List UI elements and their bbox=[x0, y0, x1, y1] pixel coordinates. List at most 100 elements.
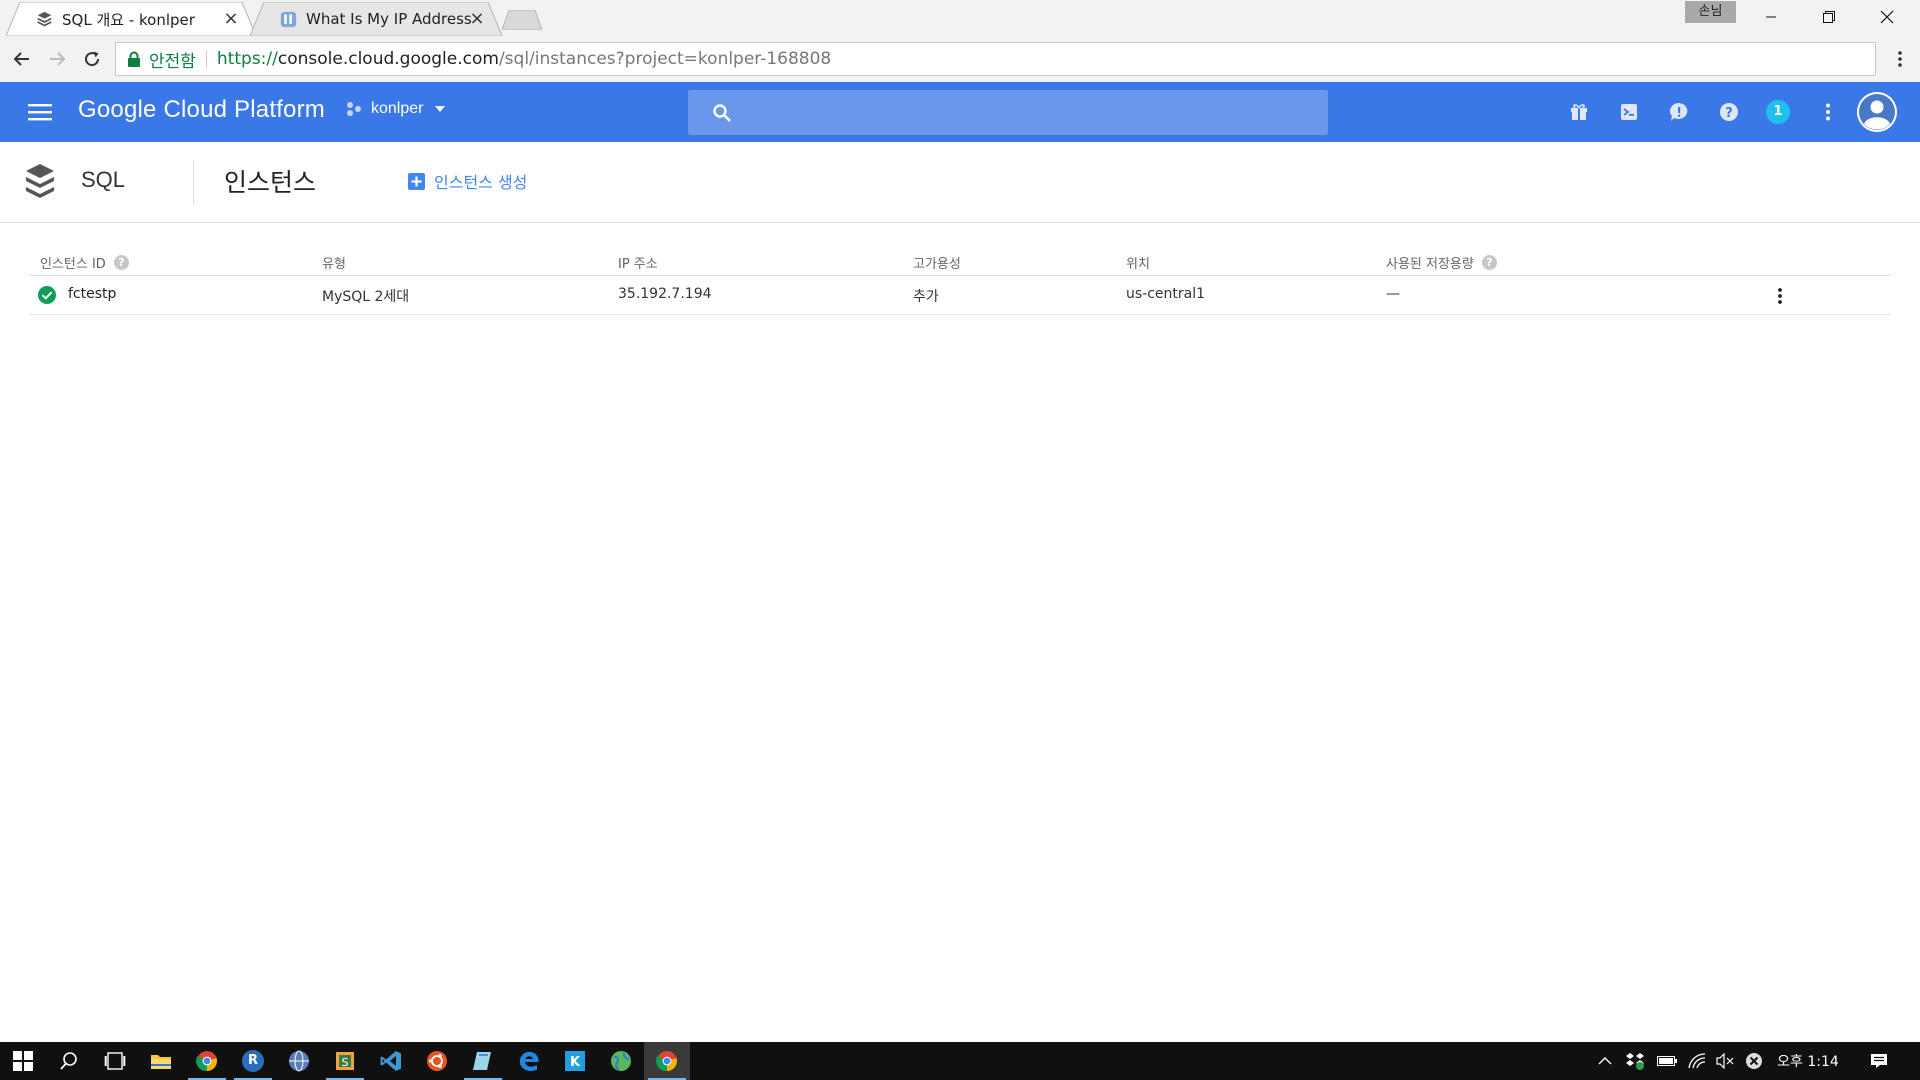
column-label: IP 주소 bbox=[618, 257, 658, 272]
taskbar-search-icon[interactable] bbox=[46, 1042, 92, 1080]
column-header-ha[interactable]: 고가용성 bbox=[913, 253, 961, 272]
search-icon bbox=[713, 104, 731, 122]
vscode-icon[interactable] bbox=[368, 1042, 414, 1080]
network-error-icon[interactable] bbox=[1741, 1042, 1767, 1080]
cloud-shell-icon[interactable] bbox=[1617, 100, 1641, 124]
page-title: 인스턴스 bbox=[224, 168, 317, 197]
secure-label: 안전함 bbox=[149, 51, 196, 72]
cloud-sql-icon bbox=[26, 164, 54, 198]
column-label: 인스턴스 ID bbox=[40, 257, 106, 272]
gcp-sql-favicon-icon bbox=[37, 11, 52, 26]
app-earth-icon[interactable] bbox=[598, 1042, 644, 1080]
column-header-storage[interactable]: 사용된 저장용량 ? bbox=[1386, 253, 1497, 272]
gift-icon[interactable] bbox=[1567, 100, 1591, 124]
project-selector[interactable]: konlper bbox=[345, 100, 446, 118]
url-path: /sql/instances?project=konlper-168808 bbox=[498, 49, 832, 69]
url-scheme: https:// bbox=[216, 49, 278, 69]
browser-tab-ip[interactable]: What Is My IP Address × bbox=[250, 2, 502, 36]
gcp-header: Google Cloud Platform konlper ? 1 bbox=[0, 82, 1920, 142]
product-name: SQL bbox=[81, 167, 126, 192]
create-instance-label: 인스턴스 생성 bbox=[434, 173, 528, 192]
column-label: 위치 bbox=[1126, 257, 1150, 272]
column-header-ip[interactable]: IP 주소 bbox=[618, 253, 658, 272]
tab-title: SQL 개요 - konlper bbox=[62, 10, 195, 29]
address-bar[interactable]: 안전함 https://console.cloud.google.com/sql… bbox=[115, 42, 1876, 76]
instance-ip: 35.192.7.194 bbox=[618, 286, 712, 302]
column-label: 유형 bbox=[322, 257, 346, 272]
svg-text:S: S bbox=[342, 1056, 349, 1069]
chevron-down-icon bbox=[435, 106, 446, 112]
notification-badge[interactable]: 1 bbox=[1766, 100, 1790, 124]
tab-close-icon[interactable]: × bbox=[222, 10, 240, 28]
file-explorer-icon[interactable] bbox=[138, 1042, 184, 1080]
app-globe-icon[interactable] bbox=[276, 1042, 322, 1080]
column-label: 고가용성 bbox=[913, 257, 961, 272]
dropbox-icon[interactable] bbox=[1622, 1042, 1648, 1080]
new-tab-button[interactable] bbox=[502, 10, 542, 30]
project-icon bbox=[347, 102, 361, 116]
ip-site-favicon-icon bbox=[280, 11, 297, 27]
url-host: console.cloud.google.com bbox=[277, 49, 499, 69]
table-row[interactable]: fctestp MySQL 2세대 35.192.7.194 추가 us-cen… bbox=[29, 276, 1891, 315]
status-ok-icon bbox=[38, 286, 56, 304]
browser-tab-sql[interactable]: SQL 개요 - konlper × bbox=[6, 2, 256, 36]
start-icon[interactable] bbox=[0, 1042, 46, 1080]
ubuntu-icon[interactable] bbox=[414, 1042, 460, 1080]
chrome-icon[interactable] bbox=[184, 1042, 230, 1080]
lock-icon bbox=[128, 51, 140, 67]
search-input[interactable] bbox=[688, 90, 1328, 135]
page-subheader: SQL 인스턴스 인스턴스 생성 bbox=[0, 142, 1920, 223]
more-vert-icon[interactable] bbox=[1816, 100, 1840, 124]
table-header: 인스턴스 ID ? 유형 IP 주소 고가용성 위치 사용된 저장용량 ? bbox=[29, 245, 1891, 276]
app-k-icon[interactable]: K bbox=[552, 1042, 598, 1080]
tab-title: What Is My IP Address bbox=[306, 10, 472, 28]
windows-taskbar: R S K 오후 1:14 bbox=[0, 1042, 1920, 1080]
subheader-divider bbox=[193, 160, 194, 204]
browser-toolbar: 안전함 https://console.cloud.google.com/sql… bbox=[0, 36, 1920, 83]
app-s-icon[interactable]: S bbox=[322, 1042, 368, 1080]
app-r-icon[interactable]: R bbox=[230, 1042, 276, 1080]
battery-icon[interactable] bbox=[1654, 1042, 1680, 1080]
browser-tab-strip: SQL 개요 - konlper × What Is My IP Address… bbox=[0, 0, 1920, 36]
chrome-active-icon[interactable] bbox=[644, 1042, 690, 1080]
feedback-icon[interactable] bbox=[1667, 100, 1691, 124]
svg-text:K: K bbox=[570, 1055, 581, 1070]
column-header-location[interactable]: 위치 bbox=[1126, 253, 1150, 272]
tab-close-icon[interactable]: × bbox=[468, 10, 486, 28]
edge-icon[interactable] bbox=[506, 1042, 552, 1080]
column-header-type[interactable]: 유형 bbox=[322, 253, 346, 272]
task-view-icon[interactable] bbox=[92, 1042, 138, 1080]
instance-type: MySQL 2세대 bbox=[322, 289, 410, 305]
add-box-icon bbox=[408, 172, 425, 190]
account-icon bbox=[1857, 92, 1897, 132]
profile-chip[interactable]: 손님 bbox=[1685, 1, 1736, 23]
action-center-icon[interactable] bbox=[1866, 1042, 1892, 1080]
wifi-icon[interactable] bbox=[1684, 1042, 1710, 1080]
instance-ha[interactable]: 추가 bbox=[913, 286, 939, 306]
back-icon[interactable] bbox=[8, 45, 36, 73]
gcp-logo[interactable]: Google Cloud Platform bbox=[78, 96, 325, 124]
column-label: 사용된 저장용량 bbox=[1386, 257, 1474, 272]
minimize-icon[interactable] bbox=[1748, 0, 1794, 34]
row-actions-more-icon[interactable] bbox=[1770, 285, 1790, 307]
instance-id-link[interactable]: fctestp bbox=[68, 286, 116, 302]
tray-chevron-up-icon[interactable] bbox=[1594, 1042, 1616, 1080]
help-icon[interactable]: ? bbox=[1481, 255, 1497, 270]
project-name: konlper bbox=[371, 100, 424, 117]
clock[interactable]: 오후 1:14 bbox=[1772, 1042, 1844, 1080]
avatar[interactable] bbox=[1857, 92, 1897, 132]
help-icon[interactable]: ? bbox=[1717, 100, 1741, 124]
hamburger-menu-icon[interactable] bbox=[28, 102, 52, 122]
reload-icon[interactable] bbox=[78, 45, 106, 73]
help-icon[interactable]: ? bbox=[113, 255, 129, 270]
restore-icon[interactable] bbox=[1806, 0, 1852, 34]
app-book-icon[interactable] bbox=[460, 1042, 506, 1080]
close-window-icon[interactable] bbox=[1864, 0, 1910, 34]
forward-icon[interactable] bbox=[43, 45, 71, 73]
instance-location: us-central1 bbox=[1126, 286, 1206, 302]
browser-menu-icon[interactable] bbox=[1890, 45, 1910, 73]
instances-table: 인스턴스 ID ? 유형 IP 주소 고가용성 위치 사용된 저장용량 ? fc… bbox=[29, 245, 1891, 315]
create-instance-button[interactable]: 인스턴스 생성 bbox=[408, 169, 527, 193]
volume-muted-icon[interactable] bbox=[1712, 1042, 1738, 1080]
column-header-instance-id[interactable]: 인스턴스 ID ? bbox=[40, 253, 129, 272]
